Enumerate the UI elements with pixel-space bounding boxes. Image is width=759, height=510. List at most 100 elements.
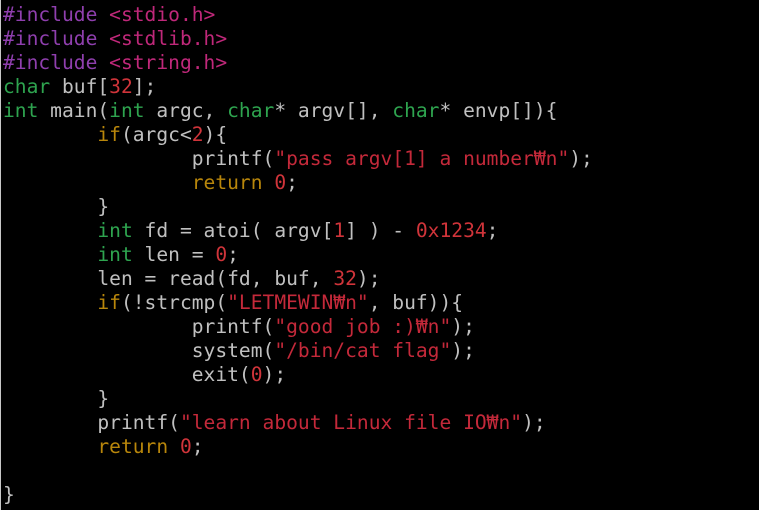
code-token-kw: return: [97, 435, 169, 458]
code-token-num: 0x1234: [415, 219, 487, 242]
code-token-plain: exit(: [3, 363, 251, 386]
code-token-plain: );: [522, 411, 546, 434]
code-line: int len = 0;: [3, 243, 239, 267]
code-token-str: "pass argv[1] a number: [274, 147, 534, 170]
code-token-plain: buf[: [50, 75, 110, 98]
code-line: printf("pass argv[1] a number₩n");: [3, 147, 593, 171]
code-token-num: 32: [333, 267, 357, 290]
code-token-num: 0: [215, 243, 228, 266]
code-token-plain: ] ) -: [345, 219, 416, 242]
code-line: if(argc<2){: [3, 123, 227, 147]
code-token-num: 1: [333, 219, 346, 242]
code-token-plain: * argv[],: [274, 99, 393, 122]
code-token-inc: <string.h>: [109, 51, 228, 74]
code-token-esc: ₩n: [533, 147, 558, 170]
code-token-inc: <stdio.h>: [109, 3, 216, 26]
code-token-type: char: [392, 99, 440, 122]
code-line: len = read(fd, buf, 32);: [3, 267, 381, 291]
code-token-plain: system(: [3, 339, 275, 362]
code-token-plain: main(: [38, 99, 110, 122]
code-line: exit(0);: [3, 363, 286, 387]
code-token-plain: ];: [132, 75, 157, 98]
code-token-plain: }: [3, 195, 110, 218]
code-token-plain: (!strcmp(: [120, 291, 228, 314]
code-token-type: int: [97, 243, 133, 266]
code-token-plain: printf(: [3, 147, 275, 170]
code-token-num: 2: [191, 123, 204, 146]
code-line: #include <stdlib.h>: [3, 27, 227, 51]
code-line: #include <stdio.h>: [3, 3, 215, 27]
code-token-plain: printf(: [3, 315, 275, 338]
code-token-num: 32: [109, 75, 133, 98]
code-token-plain: len =: [132, 243, 216, 266]
code-line: int main(int argc, char* argv[], char* e…: [3, 99, 557, 123]
code-token-inc: <stdlib.h>: [109, 27, 228, 50]
code-line: #include <string.h>: [3, 51, 227, 75]
code-token-num: 0: [274, 171, 287, 194]
code-token-plain: printf(: [3, 411, 180, 434]
code-token-plain: ;: [286, 171, 298, 194]
code-line: }: [3, 387, 109, 411]
code-token-plain: fd = atoi( argv[: [132, 219, 334, 242]
code-token-kw: if: [97, 123, 121, 146]
code-token-plain: ;: [191, 435, 204, 458]
code-token-str: "/bin/cat flag": [274, 339, 452, 362]
code-token-plain: ;: [227, 243, 239, 266]
code-token-str: ": [356, 291, 369, 314]
code-line: }: [3, 195, 109, 219]
code-token-num: 0: [179, 435, 192, 458]
code-token-plain: (argc<: [120, 123, 192, 146]
code-line: return 0;: [3, 171, 298, 195]
code-token-esc: ₩n: [415, 315, 440, 338]
terminal-window[interactable]: #include <stdio.h> #include <stdlib.h> #in…: [0, 0, 759, 510]
code-line: system("/bin/cat flag");: [3, 339, 475, 363]
code-line: if(!strcmp("LETMEWIN₩n", buf)){: [3, 291, 463, 315]
code-token-plain: );: [356, 267, 381, 290]
code-token-plain: * envp[]){: [439, 99, 558, 122]
code-token-esc: ₩n: [333, 291, 357, 314]
code-token-plain: argc,: [144, 99, 228, 122]
code-token-plain: }: [3, 483, 15, 506]
code-token-str: ": [510, 411, 523, 434]
code-token-plain: ;: [486, 219, 499, 242]
code-token-num: 0: [250, 363, 263, 386]
code-token-plain: );: [451, 315, 475, 338]
code-token-pre: #include: [3, 3, 110, 26]
code-token-kw: if: [97, 291, 121, 314]
code-token-type: int: [109, 99, 145, 122]
code-token-plain: );: [569, 147, 593, 170]
code-token-pre: #include: [3, 51, 110, 74]
code-token-plain: );: [262, 363, 287, 386]
code-line: printf("learn about Linux file IO₩n");: [3, 411, 546, 435]
code-token-plain: ){: [203, 123, 228, 146]
code-token-kw: return: [191, 171, 263, 194]
code-token-esc: ₩n: [486, 411, 511, 434]
code-line: int fd = atoi( argv[1] ) - 0x1234;: [3, 219, 498, 243]
code-line: }: [3, 483, 15, 507]
code-token-plain: }: [3, 387, 110, 410]
code-token-plain: len = read(fd, buf,: [3, 267, 334, 290]
code-token-type: char: [227, 99, 275, 122]
code-token-str: ": [557, 147, 570, 170]
code-token-pre: #include: [3, 27, 110, 50]
code-token-str: "LETMEWIN: [227, 291, 334, 314]
code-line: printf("good job :)₩n");: [3, 315, 475, 339]
code-token-str: ": [439, 315, 452, 338]
code-line: return 0;: [3, 435, 204, 459]
code-token-plain: , buf)){: [368, 291, 464, 314]
code-line: char buf[32];: [3, 75, 156, 99]
code-token-str: "good job :): [274, 315, 416, 338]
code-token-plain: );: [451, 339, 475, 362]
code-token-type: int: [3, 99, 39, 122]
code-token-str: "learn about Linux file IO: [179, 411, 487, 434]
code-token-type: int: [97, 219, 133, 242]
code-token-type: char: [3, 75, 51, 98]
